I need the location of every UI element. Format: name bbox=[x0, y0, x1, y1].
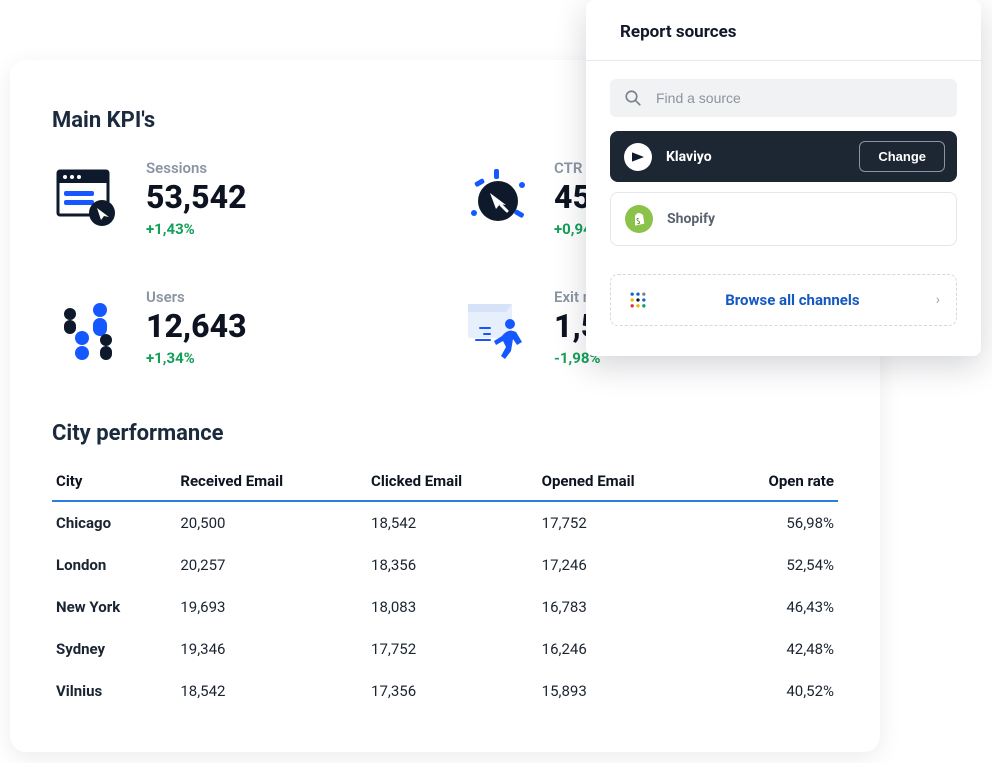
cell-rate: 46,43% bbox=[711, 586, 838, 628]
cell-clicked: 18,356 bbox=[367, 544, 538, 586]
source-item-klaviyo[interactable]: Klaviyo Change bbox=[610, 131, 957, 182]
source-item-shopify[interactable]: Shopify bbox=[610, 192, 957, 246]
report-sources-panel: Report sources Klaviyo Change Shopify bbox=[586, 0, 981, 356]
search-icon bbox=[624, 89, 642, 107]
table-row: London 20,257 18,356 17,246 52,54% bbox=[52, 544, 838, 586]
table-row: Vilnius 18,542 17,356 15,893 40,52% bbox=[52, 670, 838, 712]
cell-city: New York bbox=[52, 586, 176, 628]
cell-received: 18,542 bbox=[176, 670, 367, 712]
cell-city: London bbox=[52, 544, 176, 586]
cell-city: Chicago bbox=[52, 501, 176, 544]
click-burst-icon bbox=[460, 163, 532, 235]
search-input[interactable] bbox=[656, 90, 943, 106]
kpi-label: Users bbox=[146, 288, 247, 306]
cell-rate: 56,98% bbox=[711, 501, 838, 544]
kpi-users: Users 12,643 +1,34% bbox=[52, 288, 430, 367]
exit-run-icon bbox=[460, 292, 532, 364]
cell-clicked: 18,542 bbox=[367, 501, 538, 544]
cell-received: 19,346 bbox=[176, 628, 367, 670]
cell-opened: 16,783 bbox=[538, 586, 712, 628]
panel-title: Report sources bbox=[586, 20, 981, 61]
col-opened: Opened Email bbox=[538, 464, 712, 501]
cell-opened: 16,246 bbox=[538, 628, 712, 670]
kpi-change: +1,43% bbox=[146, 220, 247, 238]
kpi-value: 12,643 bbox=[146, 308, 247, 345]
table-row: Sydney 19,346 17,752 16,246 42,48% bbox=[52, 628, 838, 670]
cell-received: 20,500 bbox=[176, 501, 367, 544]
cell-received: 19,693 bbox=[176, 586, 367, 628]
kpi-change: +1,34% bbox=[146, 349, 247, 367]
table-row: New York 19,693 18,083 16,783 46,43% bbox=[52, 586, 838, 628]
city-performance-table: City Received Email Clicked Email Opened… bbox=[52, 464, 838, 712]
col-clicked: Clicked Email bbox=[367, 464, 538, 501]
users-group-icon bbox=[52, 292, 124, 364]
shopify-icon bbox=[625, 205, 653, 233]
source-search[interactable] bbox=[610, 79, 957, 117]
kpi-sessions: Sessions 53,542 +1,43% bbox=[52, 159, 430, 238]
channel-grid-icon bbox=[627, 289, 649, 311]
cell-opened: 17,246 bbox=[538, 544, 712, 586]
col-open-rate: Open rate bbox=[711, 464, 838, 501]
cell-clicked: 17,752 bbox=[367, 628, 538, 670]
cell-opened: 15,893 bbox=[538, 670, 712, 712]
kpi-value: 53,542 bbox=[146, 179, 247, 216]
cell-clicked: 17,356 bbox=[367, 670, 538, 712]
browser-cursor-icon bbox=[52, 163, 124, 235]
source-label: Klaviyo bbox=[666, 149, 845, 165]
city-section-title: City performance bbox=[52, 421, 838, 446]
col-received: Received Email bbox=[176, 464, 367, 501]
cell-rate: 40,52% bbox=[711, 670, 838, 712]
cell-rate: 42,48% bbox=[711, 628, 838, 670]
source-label: Shopify bbox=[667, 211, 715, 227]
cell-received: 20,257 bbox=[176, 544, 367, 586]
browse-label: Browse all channels bbox=[663, 291, 922, 309]
klaviyo-icon bbox=[624, 143, 652, 171]
change-source-button[interactable]: Change bbox=[859, 141, 945, 172]
cell-clicked: 18,083 bbox=[367, 586, 538, 628]
cell-opened: 17,752 bbox=[538, 501, 712, 544]
table-row: Chicago 20,500 18,542 17,752 56,98% bbox=[52, 501, 838, 544]
kpi-label: Sessions bbox=[146, 159, 247, 177]
col-city: City bbox=[52, 464, 176, 501]
browse-all-channels[interactable]: Browse all channels › bbox=[610, 274, 957, 326]
cell-city: Vilnius bbox=[52, 670, 176, 712]
chevron-right-icon: › bbox=[936, 292, 940, 308]
cell-rate: 52,54% bbox=[711, 544, 838, 586]
cell-city: Sydney bbox=[52, 628, 176, 670]
